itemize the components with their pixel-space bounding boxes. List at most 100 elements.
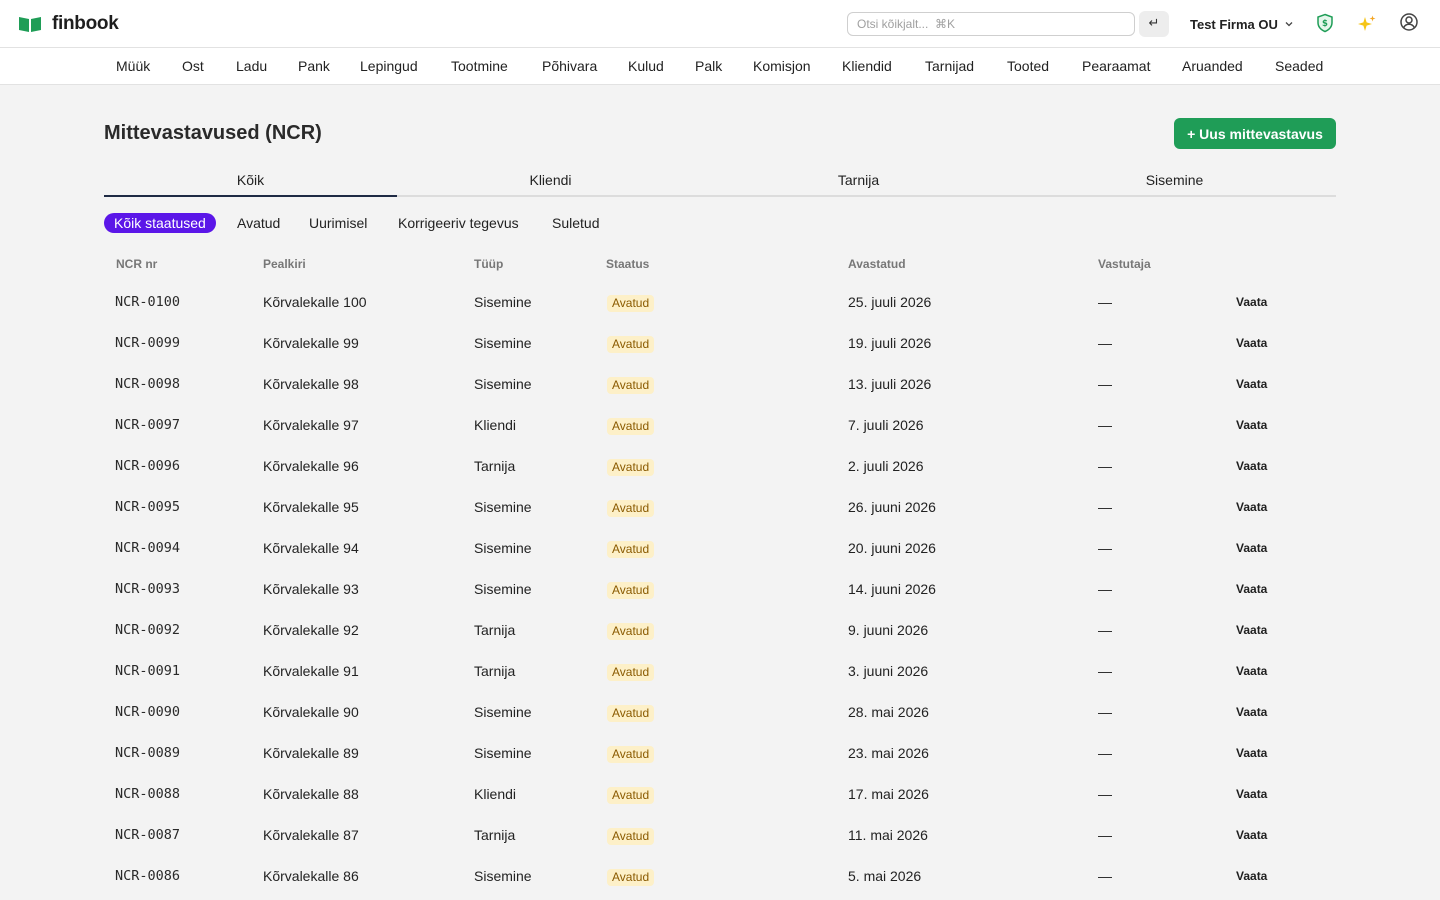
- view-link[interactable]: Vaata: [1236, 500, 1267, 514]
- table-row[interactable]: NCR-0093 Kõrvalekalle 93 Sisemine Avatud 14.…: [104, 568, 1336, 609]
- status-badge: Avatud: [607, 377, 655, 394]
- tab-customer[interactable]: Kliendi: [397, 168, 704, 197]
- filter-open[interactable]: Avatud: [237, 213, 280, 233]
- ncr-type: Sisemine: [474, 581, 532, 597]
- column-header-ncr-nr[interactable]: NCR nr: [116, 257, 157, 271]
- app-logo[interactable]: finbook: [18, 12, 119, 36]
- filter-all-statuses[interactable]: Kõik staatused: [104, 213, 216, 233]
- view-link[interactable]: Vaata: [1236, 828, 1267, 842]
- nav-item-komisjon[interactable]: Komisjon: [753, 58, 811, 74]
- nav-item-kulud[interactable]: Kulud: [628, 58, 664, 74]
- table-row[interactable]: NCR-0090 Kõrvalekalle 90 Sisemine Avatud 28.…: [104, 691, 1336, 732]
- ncr-title: Kõrvalekalle 94: [263, 540, 359, 556]
- column-header-detected[interactable]: Avastatud: [848, 257, 906, 271]
- table-row[interactable]: NCR-0100 Kõrvalekalle 100 Sisemine Avatud 25…: [104, 281, 1336, 322]
- nav-item-tooted[interactable]: Tooted: [1007, 58, 1049, 74]
- app-name: finbook: [52, 13, 119, 34]
- detected-date: 11. mai 2026: [848, 827, 928, 843]
- company-selector[interactable]: Test Firma OU: [1190, 15, 1294, 33]
- view-link[interactable]: Vaata: [1236, 541, 1267, 555]
- nav-item-aruanded[interactable]: Aruanded: [1182, 58, 1243, 74]
- view-link[interactable]: Vaata: [1236, 582, 1267, 596]
- table-row[interactable]: NCR-0089 Kõrvalekalle 89 Sisemine Avatud 23.…: [104, 732, 1336, 773]
- status-badge: Avatud: [607, 787, 655, 804]
- owner: —: [1098, 786, 1112, 802]
- new-ncr-button[interactable]: + Uus mittevastavus: [1174, 118, 1336, 149]
- view-link[interactable]: Vaata: [1236, 705, 1267, 719]
- table-row[interactable]: NCR-0098 Kõrvalekalle 98 Sisemine Avatud 13.…: [104, 363, 1336, 404]
- chevron-down-icon: [1285, 22, 1293, 27]
- tab-internal[interactable]: Sisemine: [1013, 168, 1336, 197]
- nav-item-tootmine[interactable]: Tootmine: [451, 58, 508, 74]
- view-link[interactable]: Vaata: [1236, 787, 1267, 801]
- nav-item-seaded[interactable]: Seaded: [1275, 58, 1323, 74]
- nav-item-ost[interactable]: Ost: [182, 58, 204, 74]
- tab-all[interactable]: Kõik: [104, 168, 397, 197]
- status-badge: Avatud: [607, 746, 655, 763]
- column-header-status[interactable]: Staatus: [606, 257, 649, 271]
- main-nav: Müük Ost Ladu Pank Lepingud Tootmine Põh…: [0, 48, 1440, 85]
- filter-investigating[interactable]: Uurimisel: [309, 213, 367, 233]
- table-row[interactable]: NCR-0095 Kõrvalekalle 95 Sisemine Avatud 26.…: [104, 486, 1336, 527]
- view-link[interactable]: Vaata: [1236, 746, 1267, 760]
- nav-item-pohivara[interactable]: Põhivara: [542, 58, 597, 74]
- table-row[interactable]: NCR-0099 Kõrvalekalle 99 Sisemine Avatud 19.…: [104, 322, 1336, 363]
- table-row[interactable]: NCR-0091 Kõrvalekalle 91 Tarnija Avatud 3. j…: [104, 650, 1336, 691]
- view-link[interactable]: Vaata: [1236, 336, 1267, 350]
- nav-item-pank[interactable]: Pank: [298, 58, 330, 74]
- column-header-owner[interactable]: Vastutaja: [1098, 257, 1151, 271]
- table-row[interactable]: NCR-0086 Kõrvalekalle 86 Sisemine Avatud 5. …: [104, 855, 1336, 896]
- table-row[interactable]: NCR-0087 Kõrvalekalle 87 Tarnija Avatud 11. …: [104, 814, 1336, 855]
- ncr-title: Kõrvalekalle 87: [263, 827, 359, 843]
- view-link[interactable]: Vaata: [1236, 377, 1267, 391]
- detected-date: 26. juuni 2026: [848, 499, 936, 515]
- table-row[interactable]: NCR-0097 Kõrvalekalle 97 Kliendi Avatud 7. j…: [104, 404, 1336, 445]
- top-bar: finbook ↵ Test Firma OU $: [0, 0, 1440, 48]
- column-header-type[interactable]: Tüüp: [474, 257, 503, 271]
- type-tabs: Kõik Kliendi Tarnija Sisemine: [104, 168, 1336, 197]
- ncr-number: NCR-0087: [115, 827, 181, 843]
- detected-date: 2. juuli 2026: [848, 458, 924, 474]
- search-input[interactable]: [847, 12, 1135, 36]
- ncr-title: Kõrvalekalle 96: [263, 458, 359, 474]
- table-row[interactable]: NCR-0094 Kõrvalekalle 94 Sisemine Avatud 20.…: [104, 527, 1336, 568]
- search-submit-button[interactable]: ↵: [1139, 11, 1169, 37]
- ncr-title: Kõrvalekalle 97: [263, 417, 359, 433]
- filter-corrective-action[interactable]: Korrigeeriv tegevus: [398, 213, 519, 233]
- view-link[interactable]: Vaata: [1236, 623, 1267, 637]
- view-link[interactable]: Vaata: [1236, 664, 1267, 678]
- user-circle-icon[interactable]: [1399, 12, 1419, 32]
- table-row[interactable]: NCR-0088 Kõrvalekalle 88 Kliendi Avatud 17. …: [104, 773, 1336, 814]
- nav-item-palk[interactable]: Palk: [695, 58, 722, 74]
- status-badge: Avatud: [607, 623, 655, 640]
- ncr-type: Tarnija: [474, 458, 516, 474]
- owner: —: [1098, 581, 1112, 597]
- owner: —: [1098, 827, 1112, 843]
- ncr-type: Kliendi: [474, 786, 517, 802]
- table-row[interactable]: NCR-0096 Kõrvalekalle 96 Tarnija Avatud 2. j…: [104, 445, 1336, 486]
- ncr-title: Kõrvalekalle 99: [263, 335, 359, 351]
- ncr-number: NCR-0086: [115, 868, 181, 884]
- nav-item-pearaamat[interactable]: Pearaamat: [1082, 58, 1150, 74]
- nav-item-ladu[interactable]: Ladu: [236, 58, 267, 74]
- detected-date: 20. juuni 2026: [848, 540, 936, 556]
- sparkles-icon[interactable]: [1357, 14, 1377, 34]
- status-badge: Avatud: [607, 295, 655, 312]
- filter-closed[interactable]: Suletud: [552, 213, 599, 233]
- ncr-title: Kõrvalekalle 89: [263, 745, 359, 761]
- nav-item-kliendid[interactable]: Kliendid: [842, 58, 892, 74]
- table-row[interactable]: NCR-0092 Kõrvalekalle 92 Tarnija Avatud 9. j…: [104, 609, 1336, 650]
- ncr-type: Sisemine: [474, 499, 532, 515]
- view-link[interactable]: Vaata: [1236, 869, 1267, 883]
- nav-item-muuk[interactable]: Müük: [116, 58, 150, 74]
- tab-supplier[interactable]: Tarnija: [704, 168, 1013, 197]
- shield-dollar-icon[interactable]: $: [1315, 13, 1335, 33]
- nav-item-tarnijad[interactable]: Tarnijad: [925, 58, 974, 74]
- view-link[interactable]: Vaata: [1236, 418, 1267, 432]
- ncr-type: Sisemine: [474, 540, 532, 556]
- view-link[interactable]: Vaata: [1236, 459, 1267, 473]
- nav-item-lepingud[interactable]: Lepingud: [360, 58, 418, 74]
- owner: —: [1098, 335, 1112, 351]
- view-link[interactable]: Vaata: [1236, 295, 1267, 309]
- column-header-title[interactable]: Pealkiri: [263, 257, 306, 271]
